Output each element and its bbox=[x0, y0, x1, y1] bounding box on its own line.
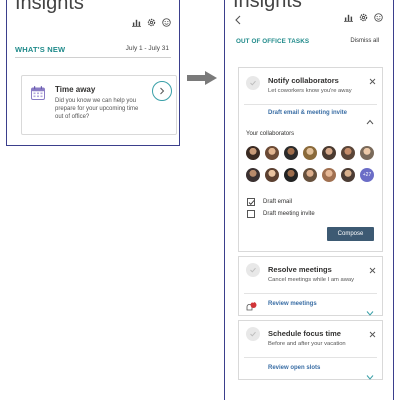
avatar[interactable] bbox=[341, 146, 355, 160]
divider bbox=[244, 104, 377, 105]
transition-arrow-icon bbox=[187, 71, 217, 85]
compose-button[interactable]: Compose bbox=[327, 227, 374, 241]
task-card-focus-time: Schedule focus time Before and after you… bbox=[238, 320, 383, 380]
time-away-card[interactable]: Time away Did you know we can help you p… bbox=[21, 75, 177, 135]
calendar-icon bbox=[30, 85, 46, 101]
insights-panel-expanded: Insights OUT OF OFFICE TASKS Dismiss all… bbox=[224, 0, 394, 400]
divider bbox=[244, 293, 377, 294]
open-time-away-button[interactable] bbox=[152, 81, 172, 101]
task-title: Resolve meetings bbox=[268, 265, 332, 274]
smiley-icon[interactable] bbox=[374, 13, 383, 22]
avatar[interactable] bbox=[284, 146, 298, 160]
task-complete-toggle[interactable] bbox=[246, 263, 260, 277]
task-subtitle: Cancel meetings while I am away bbox=[268, 277, 355, 283]
avatar[interactable] bbox=[303, 146, 317, 160]
checkmark-icon bbox=[250, 267, 256, 273]
task-title: Notify collaborators bbox=[268, 76, 339, 85]
divider bbox=[15, 57, 171, 58]
header-icons bbox=[132, 18, 171, 27]
dismiss-all-link[interactable]: Dismiss all bbox=[350, 38, 379, 44]
chart-icon[interactable] bbox=[132, 18, 141, 27]
page-title: Insights bbox=[233, 0, 302, 12]
page-title: Insights bbox=[15, 0, 84, 14]
task-card-notify: Notify collaborators Let coworkers know … bbox=[238, 67, 383, 252]
avatar[interactable] bbox=[303, 168, 317, 182]
checkmark-icon bbox=[250, 80, 256, 86]
header-icons bbox=[344, 13, 383, 22]
task-subtitle: Let coworkers know you're away bbox=[268, 88, 352, 94]
draft-meeting-option[interactable]: Draft meeting invite bbox=[247, 210, 315, 218]
option-label: Draft meeting invite bbox=[263, 211, 315, 217]
insights-panel-initial: Insights WHAT'S NEW July 1 - July 31 Tim… bbox=[6, 0, 180, 146]
more-collaborators-badge[interactable]: +27 bbox=[360, 168, 374, 182]
collaborators-label: Your collaborators bbox=[246, 131, 295, 137]
close-icon[interactable] bbox=[369, 261, 376, 274]
avatar[interactable] bbox=[246, 168, 260, 182]
avatar[interactable] bbox=[246, 146, 260, 160]
chevron-down-icon[interactable] bbox=[366, 303, 374, 316]
task-complete-toggle[interactable] bbox=[246, 76, 260, 90]
avatar[interactable] bbox=[322, 146, 336, 160]
avatar[interactable] bbox=[322, 168, 336, 182]
chevron-down-icon[interactable] bbox=[366, 367, 374, 380]
smiley-icon[interactable] bbox=[162, 18, 171, 27]
task-title: Schedule focus time bbox=[268, 329, 341, 338]
collaborator-avatars: +27 bbox=[246, 146, 374, 182]
date-range: July 1 - July 31 bbox=[125, 45, 169, 52]
gear-icon[interactable] bbox=[359, 13, 368, 22]
task-complete-toggle[interactable] bbox=[246, 327, 260, 341]
review-open-slots-link[interactable]: Review open slots bbox=[268, 365, 320, 371]
option-label: Draft email bbox=[263, 199, 293, 205]
checkmark-icon bbox=[248, 200, 255, 205]
avatar[interactable] bbox=[341, 168, 355, 182]
checkmark-icon bbox=[250, 331, 256, 337]
alert-count: 1 bbox=[252, 299, 255, 304]
gear-icon[interactable] bbox=[147, 18, 156, 27]
draft-email-invite-link[interactable]: Draft email & meeting invite bbox=[268, 110, 347, 116]
out-of-office-heading: OUT OF OFFICE TASKS bbox=[236, 38, 310, 45]
meeting-alert-icon: 1 bbox=[245, 299, 257, 311]
task-card-resolve-meetings: Resolve meetings Cancel meetings while I… bbox=[238, 256, 383, 316]
whats-new-heading: WHAT'S NEW bbox=[15, 45, 66, 54]
card-body: Did you know we can help you prepare for… bbox=[55, 98, 139, 120]
review-meetings-link[interactable]: Review meetings bbox=[268, 301, 317, 307]
draft-email-checkbox[interactable] bbox=[247, 198, 255, 206]
draft-email-option[interactable]: Draft email bbox=[247, 198, 292, 206]
avatar[interactable] bbox=[360, 146, 374, 160]
avatar[interactable] bbox=[284, 168, 298, 182]
chevron-up-icon[interactable] bbox=[366, 112, 374, 125]
close-icon[interactable] bbox=[369, 72, 376, 85]
avatar[interactable] bbox=[265, 146, 279, 160]
card-title: Time away bbox=[55, 85, 96, 94]
draft-meeting-checkbox[interactable] bbox=[247, 210, 255, 218]
chevron-right-icon bbox=[160, 87, 165, 95]
avatar[interactable] bbox=[265, 168, 279, 182]
task-subtitle: Before and after your vacation bbox=[268, 341, 346, 347]
divider bbox=[244, 357, 377, 358]
chart-icon[interactable] bbox=[344, 13, 353, 22]
back-chevron-icon[interactable] bbox=[234, 12, 242, 25]
close-icon[interactable] bbox=[369, 325, 376, 338]
